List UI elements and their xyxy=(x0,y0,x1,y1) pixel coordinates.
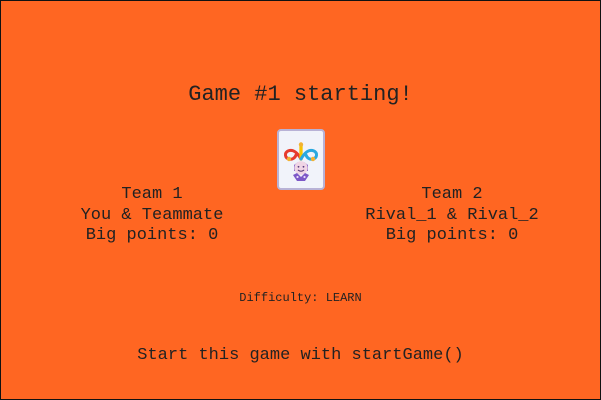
team-2-players: Rival_1 & Rival_2 xyxy=(365,205,539,225)
team-1-panel: Team 1 You & Teammate Big points: 0 xyxy=(22,185,282,247)
team-2-big-points: Big points: 0 xyxy=(385,226,519,245)
jester-card xyxy=(277,129,325,190)
start-game-hint: Start this game with startGame() xyxy=(137,346,464,365)
team-2-name: Team 2 xyxy=(421,185,483,204)
team-1-name: Team 1 xyxy=(121,185,183,204)
game-title: Game #1 starting! xyxy=(188,82,413,107)
team-1-players: You & Teammate xyxy=(80,205,224,225)
team-1-big-points: Big points: 0 xyxy=(85,226,219,245)
difficulty-label: Difficulty: LEARN xyxy=(239,291,362,305)
team-2-panel: Team 2 Rival_1 & Rival_2 Big points: 0 xyxy=(322,185,582,247)
jester-icon xyxy=(284,142,318,181)
game-start-screen: Game #1 starting! Team 1 You & Teammate … xyxy=(0,0,601,400)
